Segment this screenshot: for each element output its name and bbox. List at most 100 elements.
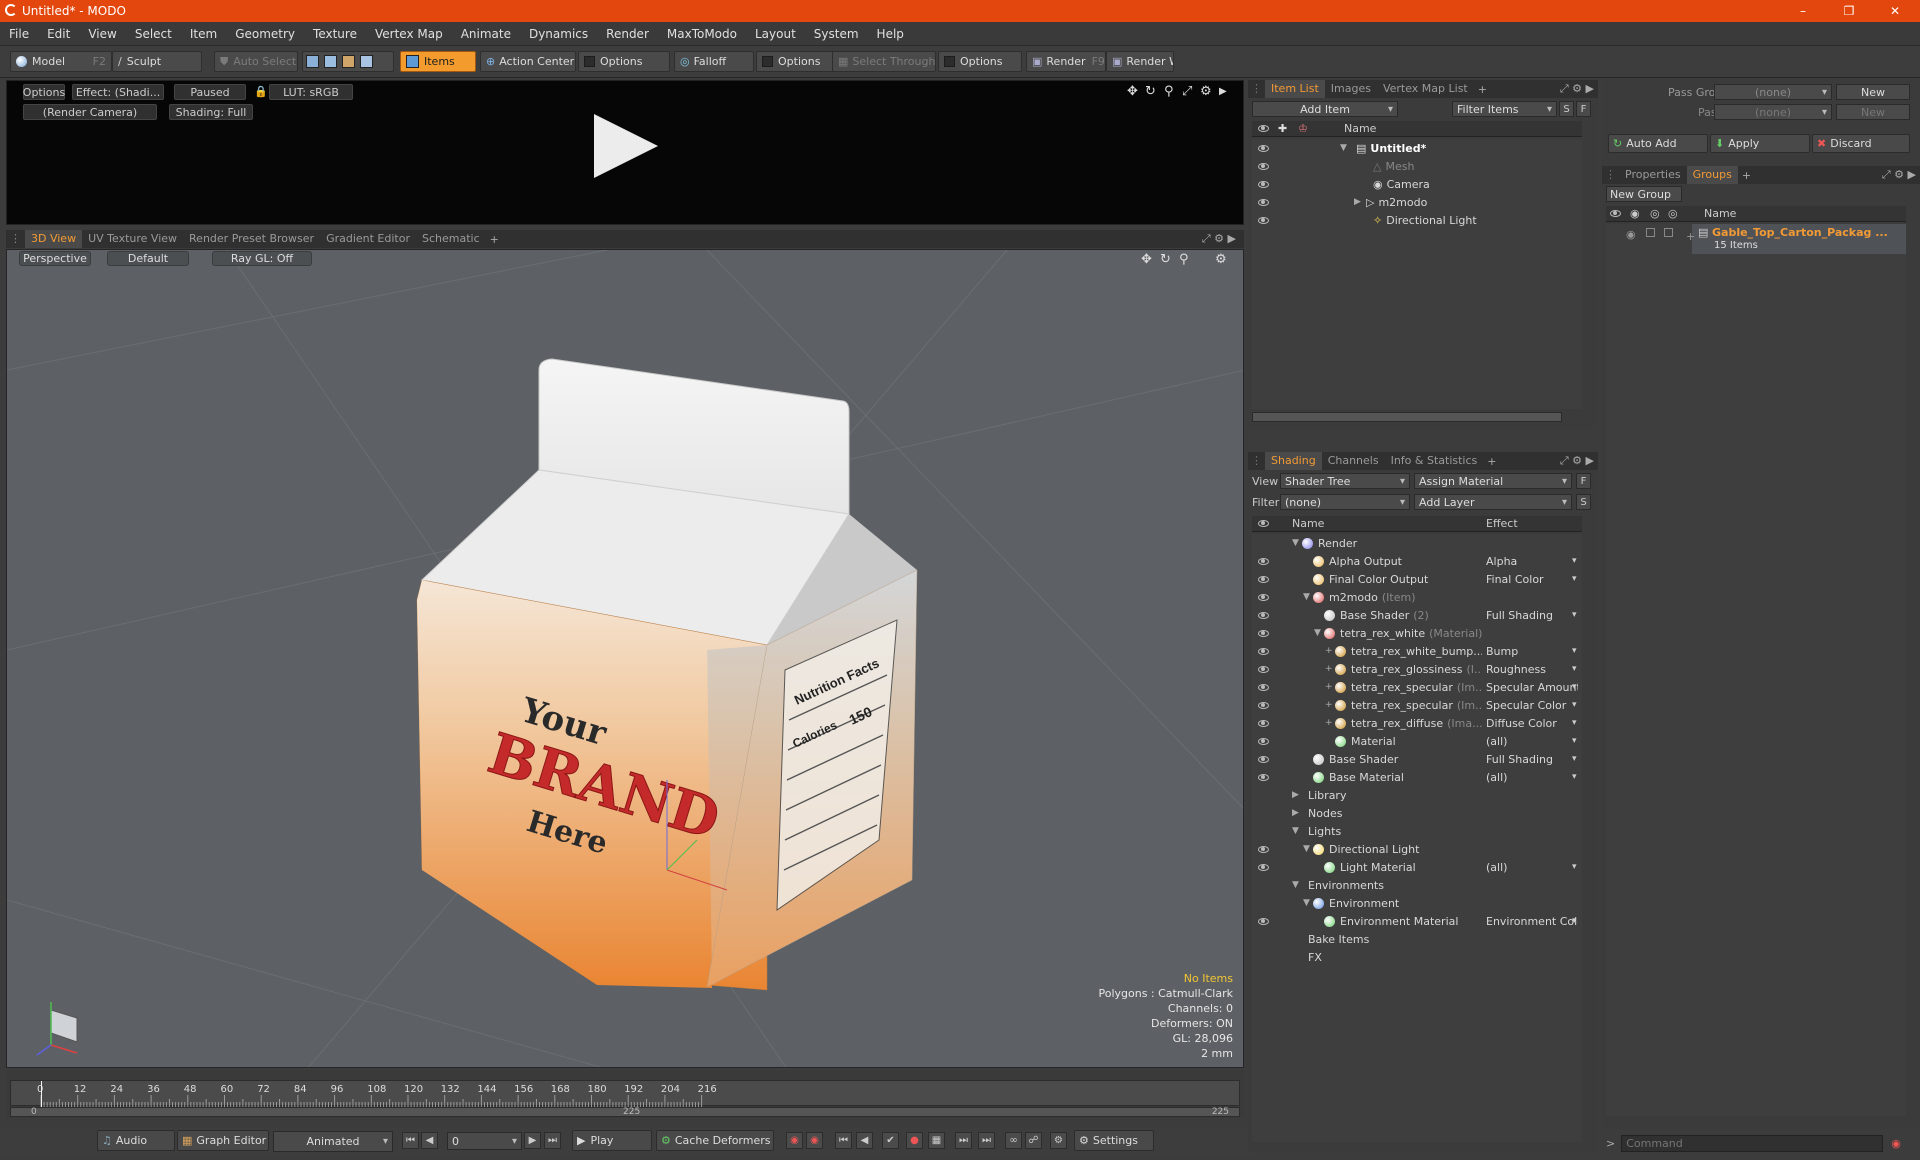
- view-dropdown[interactable]: Shader Tree: [1280, 473, 1410, 489]
- select-through-options-button[interactable]: Options: [938, 51, 1022, 72]
- tab-properties[interactable]: Properties: [1619, 166, 1687, 184]
- next-key-button[interactable]: ▶: [524, 1132, 541, 1149]
- settings-button[interactable]: ⚙ Settings: [1074, 1130, 1154, 1151]
- visibility-toggle[interactable]: [1258, 753, 1278, 766]
- frame-field[interactable]: 0: [447, 1132, 522, 1150]
- graph-editor-button[interactable]: ▦ Graph Editor: [177, 1130, 269, 1151]
- tab-gradient-editor[interactable]: Gradient Editor: [320, 230, 416, 248]
- menu-edit[interactable]: Edit: [38, 27, 79, 41]
- key-back-icon[interactable]: ◀: [856, 1132, 873, 1149]
- visibility-eye-icon[interactable]: [1258, 198, 1269, 206]
- lut-dropdown[interactable]: LUT: sRGB: [269, 84, 353, 100]
- effect-dropdown[interactable]: Full Shading: [1486, 753, 1578, 766]
- auto-select-button[interactable]: ⛊ Auto Select: [214, 51, 298, 72]
- key-prev-icon[interactable]: ⏮: [835, 1132, 852, 1149]
- move-icon[interactable]: ✥: [1127, 84, 1138, 99]
- effect-dropdown[interactable]: (all): [1486, 771, 1578, 784]
- tab-images[interactable]: Images: [1325, 80, 1377, 98]
- expand-plus-icon[interactable]: +: [1325, 664, 1335, 674]
- zoom-icon[interactable]: ⚲: [1179, 252, 1189, 267]
- lock-icon[interactable]: 🔒: [254, 85, 268, 98]
- new-pass-group-button[interactable]: New: [1836, 84, 1910, 100]
- preview-viewport[interactable]: Options Effect: (Shadi... Paused 🔒 LUT: …: [6, 80, 1244, 225]
- polygons-icon[interactable]: [342, 55, 355, 68]
- preview-options-button[interactable]: Options: [23, 84, 65, 100]
- shader-tree-row[interactable]: Environment Material Environment Color▾: [1252, 912, 1582, 930]
- render-toggle-icon[interactable]: ◉: [1626, 228, 1636, 241]
- menu-select[interactable]: Select: [126, 27, 181, 41]
- preview-paused-button[interactable]: Paused: [174, 84, 246, 100]
- visibility-toggle[interactable]: [1258, 555, 1278, 568]
- collapse-arrow-icon[interactable]: ▼: [1292, 826, 1302, 836]
- visibility-toggle[interactable]: [1258, 843, 1278, 856]
- menu-system[interactable]: System: [805, 27, 868, 41]
- tab-vertex-map-list[interactable]: Vertex Map List: [1377, 80, 1474, 98]
- animated-dropdown[interactable]: Animated: [273, 1131, 393, 1152]
- collapse-arrow-icon[interactable]: ▶: [1292, 790, 1302, 800]
- timeline-ruler[interactable]: 0122436486072849610812013214415616818019…: [10, 1080, 1240, 1107]
- record-key-icon[interactable]: ◉: [786, 1132, 803, 1149]
- shader-tree-row[interactable]: + tetra_rex_diffuse (Ima... Diffuse Color ▾: [1252, 714, 1582, 732]
- play-button[interactable]: ▶ Play: [572, 1130, 652, 1151]
- shader-tree-row[interactable]: ▶ Library: [1252, 786, 1582, 804]
- visibility-eye-icon[interactable]: [1258, 216, 1269, 224]
- chevron-down-icon[interactable]: ▾: [1572, 610, 1577, 620]
- visibility-eye-icon[interactable]: [1258, 144, 1269, 152]
- add-item-dropdown[interactable]: Add Item: [1252, 101, 1398, 117]
- add-layer-dropdown[interactable]: Add Layer: [1414, 494, 1572, 510]
- channel-icon[interactable]: ⚙: [1050, 1132, 1067, 1149]
- effect-dropdown[interactable]: Roughness: [1486, 663, 1578, 676]
- shading-style-dropdown[interactable]: Default: [107, 251, 189, 266]
- action-center-options-button[interactable]: Options: [578, 51, 670, 72]
- menu-vertex-map[interactable]: Vertex Map: [366, 27, 452, 41]
- shader-tree-row[interactable]: Base Shader Full Shading ▾: [1252, 750, 1582, 768]
- shader-tree-row[interactable]: ▼ m2modo (Item): [1252, 588, 1582, 606]
- horizontal-scrollbar[interactable]: [1252, 412, 1562, 422]
- discard-button[interactable]: ✖ Discard: [1812, 134, 1910, 153]
- shader-tree-row[interactable]: Light Material (all) ▾: [1252, 858, 1582, 876]
- shader-tree-row[interactable]: FX: [1252, 948, 1582, 966]
- key-end-icon[interactable]: ⏭: [978, 1132, 995, 1149]
- add-tab-icon[interactable]: +: [486, 233, 503, 246]
- lock-toggle-icon[interactable]: [1664, 228, 1673, 237]
- panel-controls-icon[interactable]: ⤢ ⚙ ▶: [1560, 82, 1594, 96]
- list-item[interactable]: ✧ Directional Light: [1252, 211, 1582, 229]
- viewport-gear-icon[interactable]: ⚙: [1215, 252, 1227, 267]
- chevron-down-icon[interactable]: ▾: [1572, 700, 1577, 710]
- collapse-arrow-icon[interactable]: ▼: [1292, 880, 1302, 890]
- panel-controls-icon[interactable]: ⤢ ⚙ ▶: [1882, 168, 1916, 182]
- filter-f-button[interactable]: F: [1576, 101, 1591, 117]
- effect-dropdown[interactable]: Full Shading: [1486, 609, 1578, 622]
- effect-dropdown[interactable]: Final Color: [1486, 573, 1578, 586]
- list-item[interactable]: ▼ ▤ Untitled*: [1252, 139, 1582, 157]
- new-group-button[interactable]: New Group: [1606, 186, 1682, 202]
- preview-effect-dropdown[interactable]: Effect: (Shadi...: [72, 84, 164, 100]
- shader-tree-row[interactable]: Alpha Output Alpha ▾: [1252, 552, 1582, 570]
- shader-tree-row[interactable]: Bake Items: [1252, 930, 1582, 948]
- chevron-down-icon[interactable]: ▾: [1572, 718, 1577, 728]
- shader-tree-row[interactable]: ▼ Environment: [1252, 894, 1582, 912]
- sculpt-mode-button[interactable]: ∕ Sculpt: [112, 51, 202, 72]
- tab-item-list[interactable]: Item List: [1265, 80, 1325, 98]
- chevron-down-icon[interactable]: ▾: [1572, 664, 1577, 674]
- shader-tree-row[interactable]: + tetra_rex_white_bump... Bump ▾: [1252, 642, 1582, 660]
- effect-dropdown[interactable]: Alpha: [1486, 555, 1578, 568]
- menu-geometry[interactable]: Geometry: [226, 27, 304, 41]
- tab-schematic[interactable]: Schematic: [416, 230, 486, 248]
- menu-file[interactable]: File: [0, 27, 38, 41]
- zoom-icon[interactable]: ⚲: [1164, 84, 1174, 99]
- filter-s-button[interactable]: S: [1559, 101, 1574, 117]
- visibility-toggle[interactable]: [1258, 663, 1278, 676]
- model-mode-button[interactable]: Model F2: [10, 51, 112, 72]
- shader-tree-row[interactable]: + tetra_rex_glossiness(I... Roughness▾: [1252, 660, 1582, 678]
- panel-controls-icon[interactable]: ⤢ ⚙ ▶: [1560, 454, 1594, 468]
- effect-dropdown[interactable]: Specular Amount: [1486, 681, 1578, 694]
- gear-icon[interactable]: ⚙: [1200, 84, 1212, 99]
- shader-tree-row[interactable]: ▼ Directional Light: [1252, 840, 1582, 858]
- menu-maxtomodo[interactable]: MaxToModo: [658, 27, 746, 41]
- tab-shading[interactable]: Shading: [1265, 452, 1322, 470]
- go-to-start-button[interactable]: ⏮: [402, 1132, 419, 1149]
- prev-key-button[interactable]: ◀: [421, 1132, 438, 1149]
- edges-icon[interactable]: [324, 55, 337, 68]
- collapse-arrow-icon[interactable]: ▶: [1292, 808, 1302, 818]
